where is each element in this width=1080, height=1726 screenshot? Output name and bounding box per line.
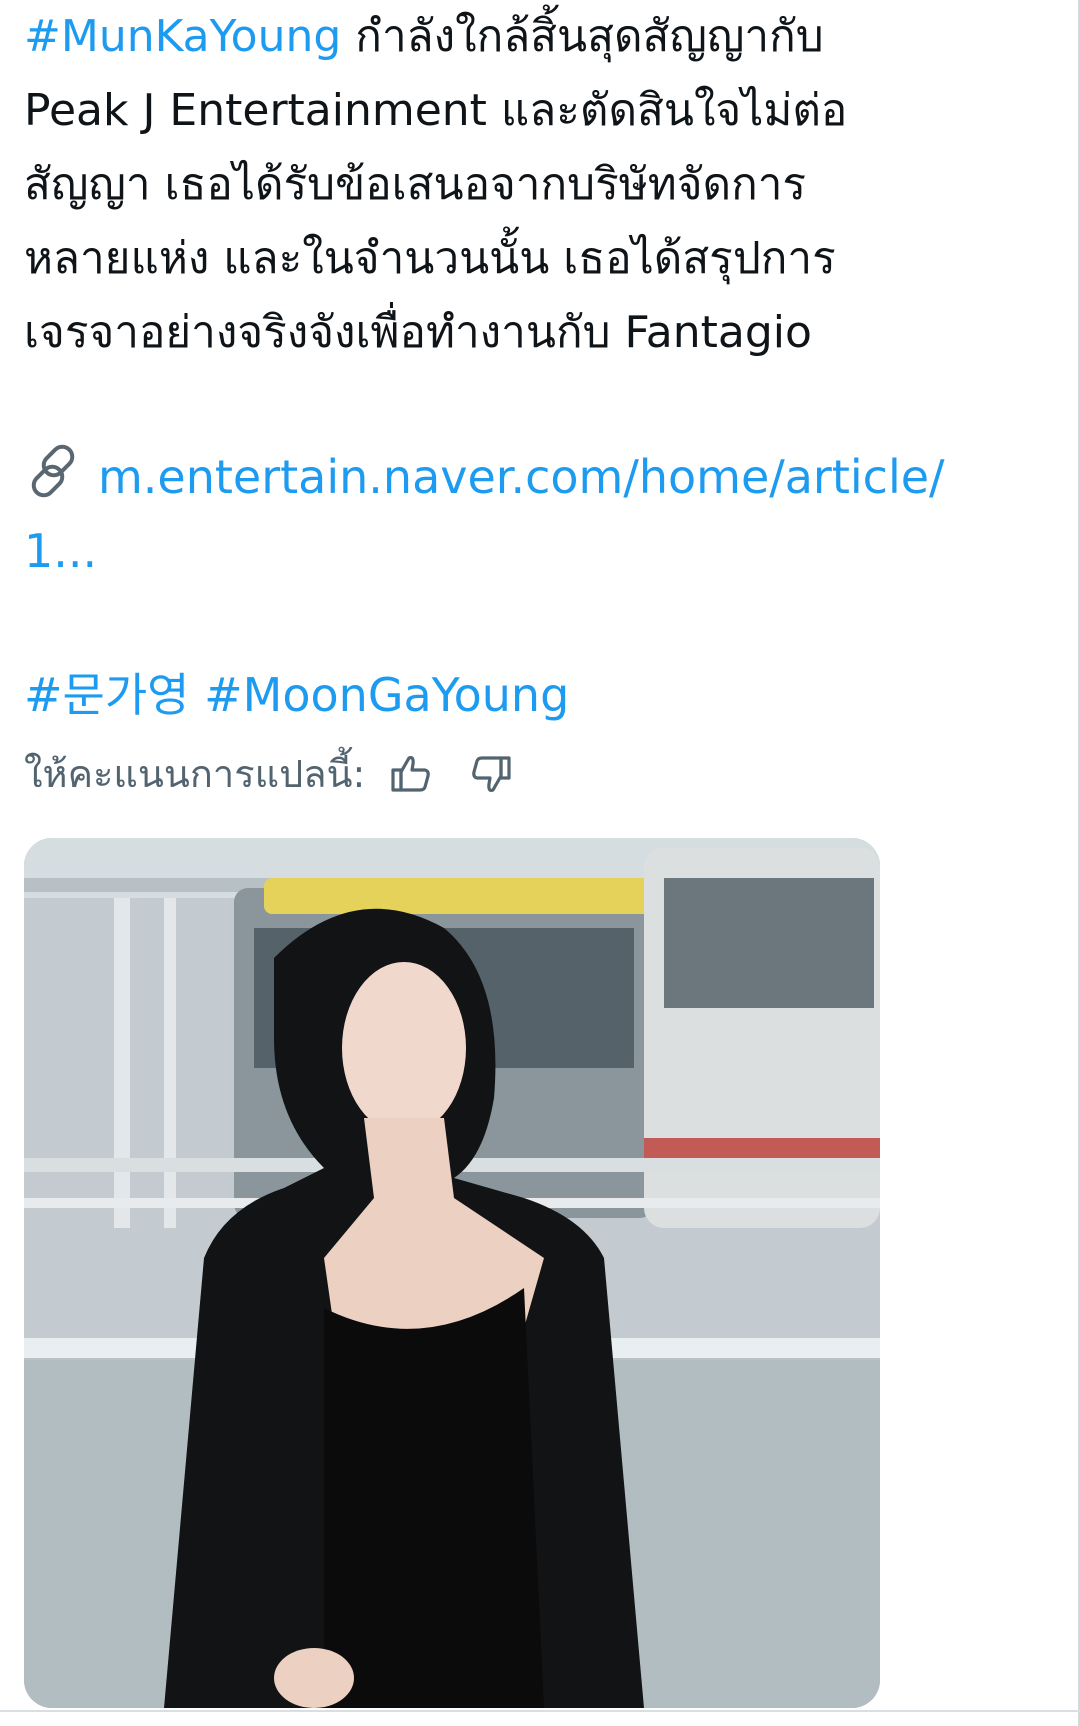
thumbs-up-icon[interactable] — [381, 746, 441, 802]
hashtag-row: #문가영 #MoonGaYoung — [24, 658, 1034, 732]
tweet-line-1: #MunKaYoung กำลังใกล้สิ้นสุดสัญญากับ — [24, 11, 824, 62]
hashtag-korean[interactable]: #문가영 — [24, 668, 190, 722]
tweet-line-5: เจรจาอย่างจริงจังเพื่อทำงานกับ Fantagio — [24, 307, 812, 358]
bottom-divider — [0, 1710, 1080, 1712]
tweet-line-4: หลายแห่ง และในจำนวนนั้น เธอได้สรุปการ — [24, 233, 836, 284]
tweet-text: #MunKaYoung กำลังใกล้สิ้นสุดสัญญากับ Pea… — [24, 0, 1034, 370]
tweet-line-3: สัญญา เธอได้รับข้อเสนอจากบริษัทจัดการ — [24, 159, 807, 210]
tweet-photo[interactable] — [24, 838, 880, 1708]
thumbs-down-icon[interactable] — [461, 746, 521, 802]
tweet-line-2: Peak J Entertainment และตัดสินใจไม่ต่อ — [24, 85, 848, 136]
rate-translation-label: ให้คะแนนการแปลนี้: — [24, 752, 366, 796]
hashtag-munkayoung[interactable]: #MunKaYoung — [24, 11, 341, 62]
tweet-body: #MunKaYoung กำลังใกล้สิ้นสุดสัญญากับ Pea… — [24, 0, 1034, 802]
article-link-text-cont[interactable]: 1... — [24, 524, 97, 578]
hashtag-moongayoung[interactable]: #MoonGaYoung — [204, 668, 569, 722]
photo-illustration — [24, 838, 880, 1708]
translation-rating: ให้คะแนนการแปลนี้: — [24, 746, 1034, 802]
article-link-text[interactable]: m.entertain.naver.com/home/article/ — [98, 450, 945, 504]
link-icon — [24, 441, 84, 501]
article-link[interactable]: m.entertain.naver.com/home/article/ 1... — [24, 440, 1034, 588]
